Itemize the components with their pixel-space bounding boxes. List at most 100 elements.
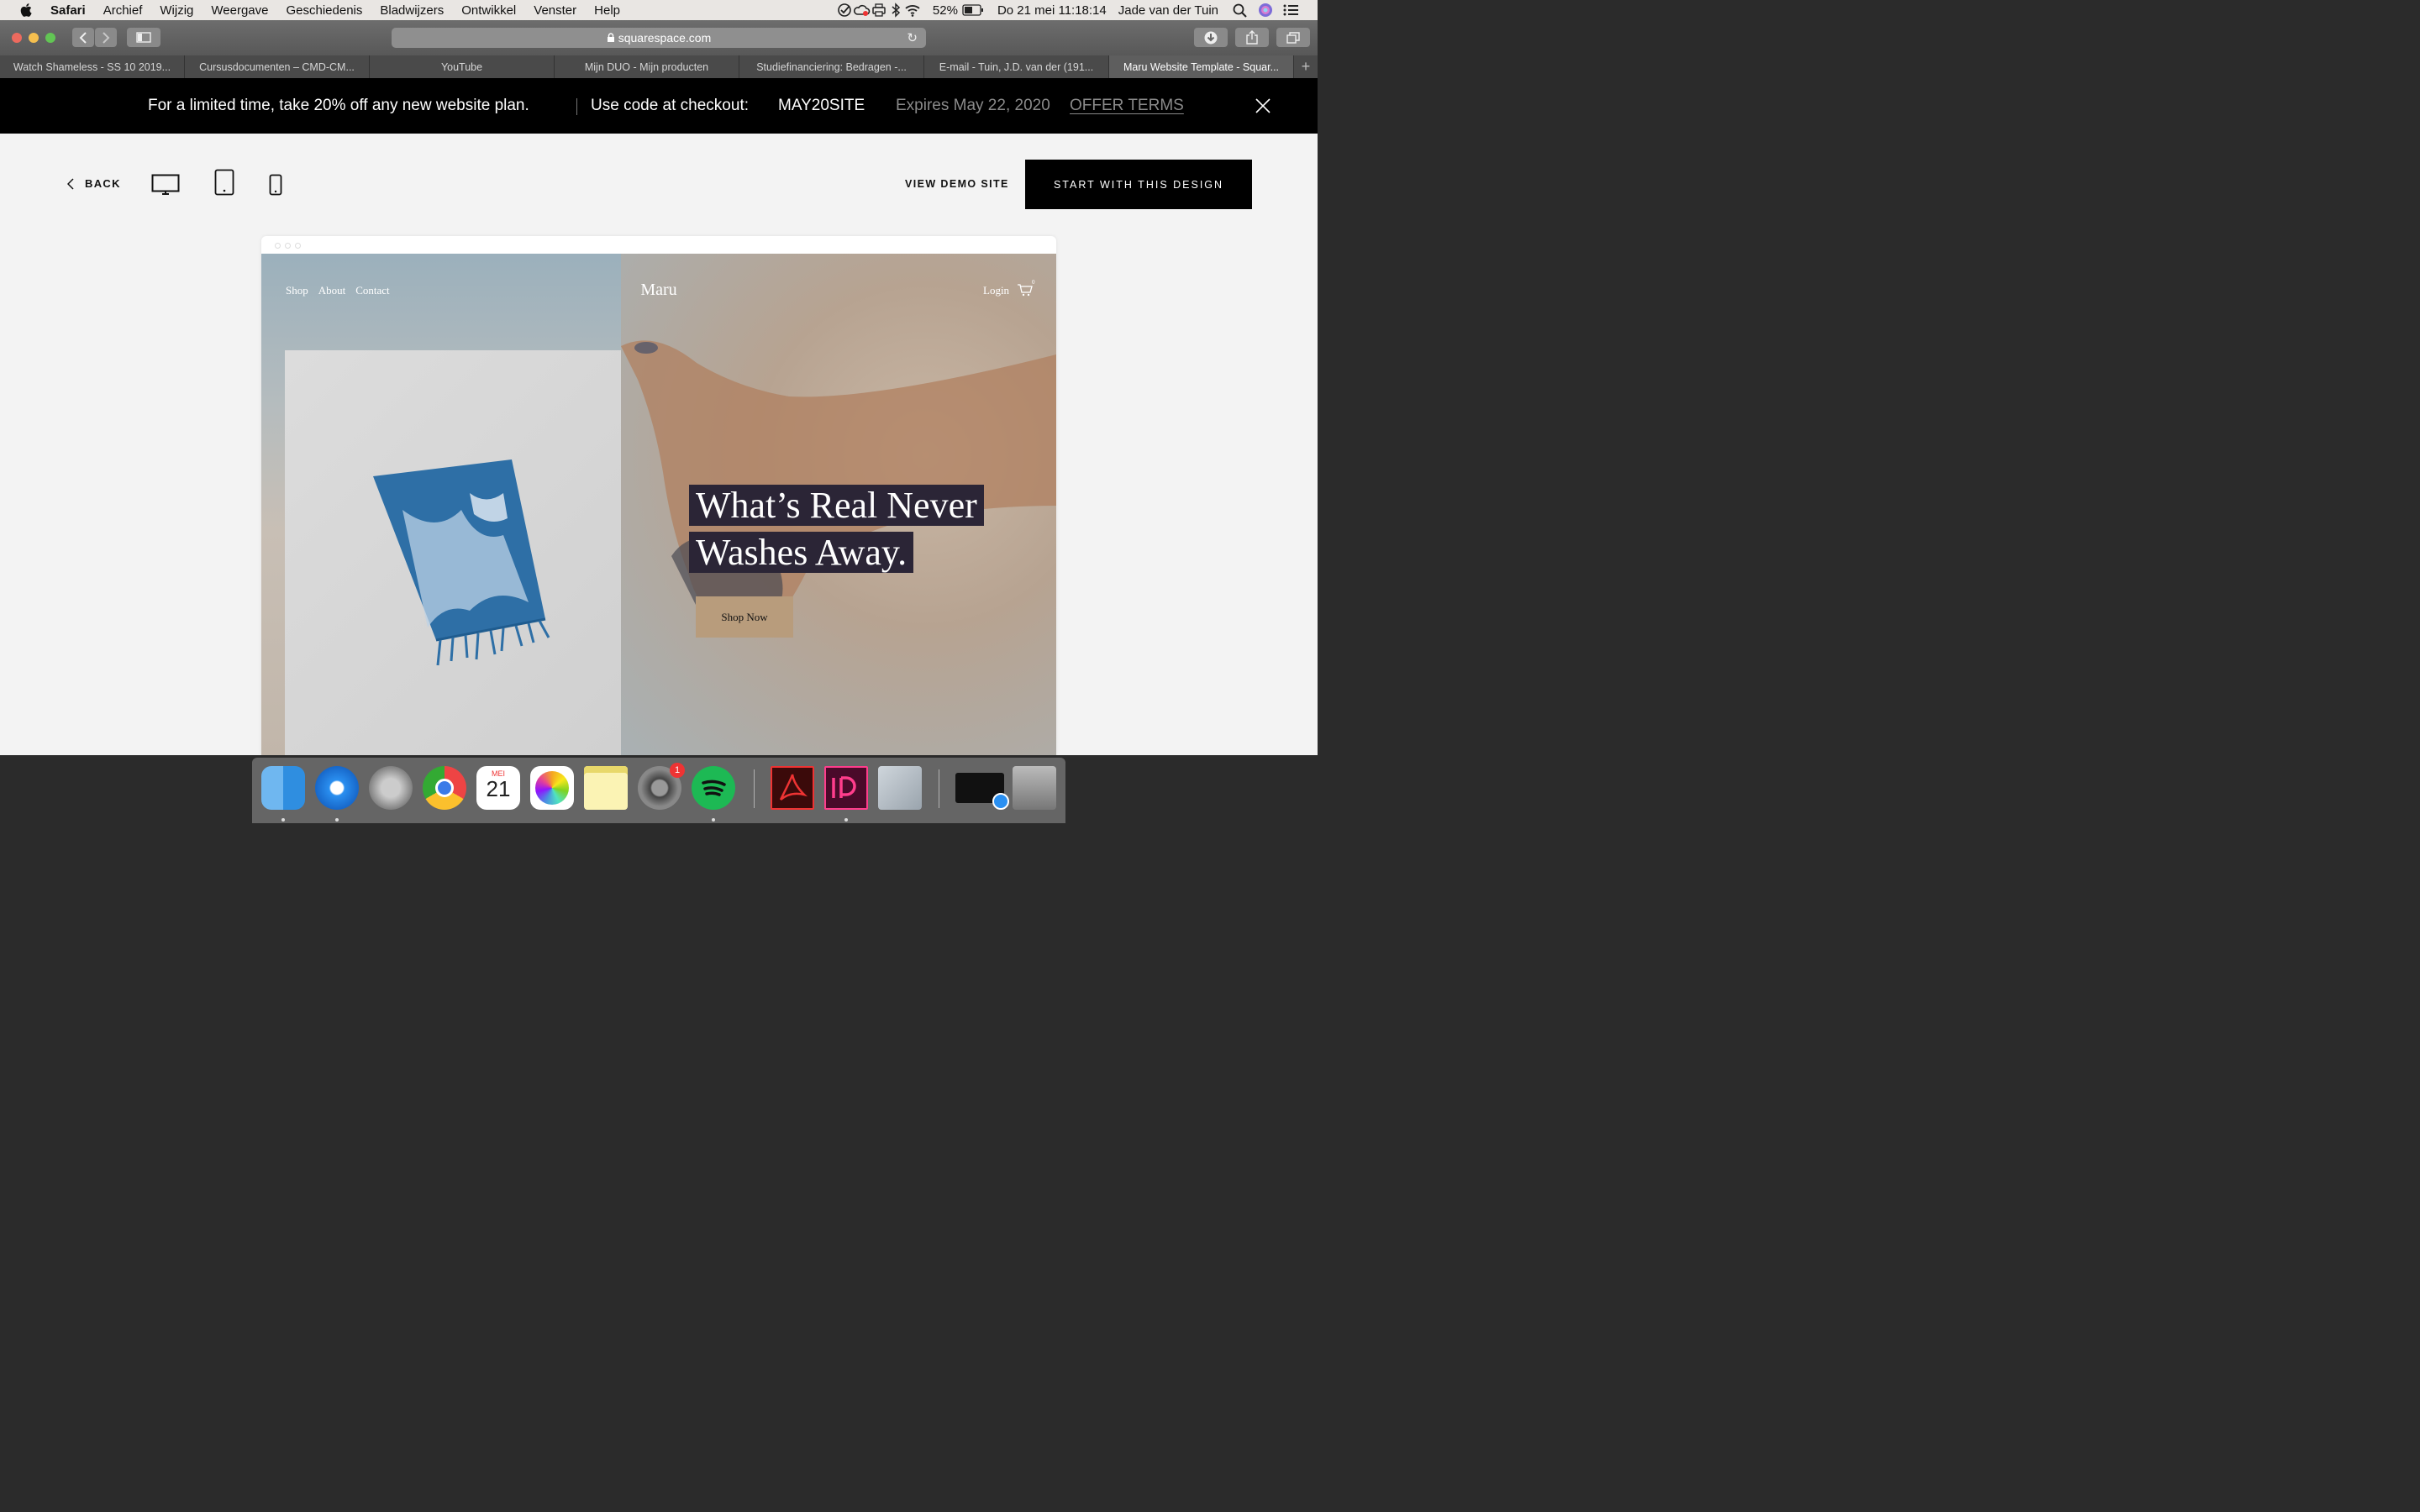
tablet-view-icon[interactable]: [214, 169, 234, 196]
dock: MEI 21 1: [252, 758, 1065, 823]
creative-cloud-icon[interactable]: [853, 3, 871, 18]
headline-line-1: What’s Real Never: [689, 485, 984, 526]
checkmark-status-icon[interactable]: [837, 3, 854, 18]
battery-icon[interactable]: [962, 4, 984, 16]
tab-youtube[interactable]: YouTube: [370, 55, 555, 78]
calendar-day: 21: [486, 776, 511, 801]
view-demo-site-link[interactable]: VIEW DEMO SITE: [905, 178, 1009, 190]
calendar-dock-icon[interactable]: MEI 21: [476, 766, 520, 810]
window-controls: [12, 33, 55, 43]
close-window-button[interactable]: [12, 33, 22, 43]
promo-banner: For a limited time, take 20% off any new…: [0, 78, 1318, 134]
promo-expiry: Expires May 22, 2020: [896, 97, 1050, 114]
promo-code-label: Use code at checkout:: [591, 97, 749, 114]
back-nav-button[interactable]: [72, 28, 94, 47]
desktop-view-icon[interactable]: [151, 174, 180, 196]
cart-button[interactable]: 0: [1017, 279, 1035, 302]
spotify-running-dot: [712, 818, 715, 822]
frame-window-dots: [275, 243, 301, 249]
notification-center-icon[interactable]: [1282, 3, 1299, 18]
tab-maru-template[interactable]: Maru Website Template - Squar...: [1109, 55, 1294, 78]
chevron-left-icon: [79, 31, 87, 44]
printer-icon[interactable]: [871, 3, 887, 18]
start-with-this-design-button[interactable]: START WITH THIS DESIGN: [1025, 160, 1252, 209]
login-link[interactable]: Login: [983, 284, 1009, 297]
tab-mijn-duo[interactable]: Mijn DUO - Mijn producten: [555, 55, 739, 78]
menu-venster[interactable]: Venster: [534, 3, 576, 18]
tab-overview-button[interactable]: [1276, 28, 1310, 47]
indesign-running-dot: [844, 818, 848, 822]
product-image-panel: [285, 350, 621, 755]
promo-code: MAY20SITE: [778, 97, 865, 114]
finder-running-dot: [281, 818, 285, 822]
launchpad-dock-icon[interactable]: [369, 766, 413, 810]
notification-badge: 1: [670, 763, 685, 778]
sidebar-icon: [136, 32, 151, 43]
preview-dock-icon[interactable]: [878, 766, 922, 810]
reload-icon[interactable]: ↻: [907, 30, 918, 45]
safari-running-dot: [335, 818, 339, 822]
indesign-dock-icon[interactable]: [824, 766, 868, 810]
tab-studiefinanciering[interactable]: Studiefinanciering: Bedragen -...: [739, 55, 924, 78]
menu-help[interactable]: Help: [594, 3, 620, 18]
apple-icon[interactable]: [18, 2, 35, 18]
promo-divider: [576, 98, 577, 115]
close-icon[interactable]: [1255, 98, 1270, 113]
template-preview-frame: Shop About Contact Maru Login 0 What’s R…: [261, 236, 1056, 755]
back-button[interactable]: BACK: [67, 177, 121, 190]
hero-headline: What’s Real Never Washes Away.: [689, 482, 984, 576]
menu-ontwikkel[interactable]: Ontwikkel: [461, 3, 516, 18]
new-tab-button[interactable]: +: [1294, 55, 1318, 78]
offer-terms-link[interactable]: OFFER TERMS: [1070, 97, 1184, 115]
menu-bladwijzers[interactable]: Bladwijzers: [380, 3, 444, 18]
trash-dock-icon[interactable]: [1013, 766, 1056, 810]
chrome-dock-icon[interactable]: [423, 766, 466, 810]
minimize-window-button[interactable]: [29, 33, 39, 43]
zoom-window-button[interactable]: [45, 33, 55, 43]
bluetooth-icon[interactable]: [887, 3, 904, 18]
menu-weergave[interactable]: Weergave: [211, 3, 268, 18]
photos-dock-icon[interactable]: [530, 766, 574, 810]
battery-percentage: 52%: [932, 3, 958, 18]
acrobat-icon: [779, 774, 808, 801]
menu-safari[interactable]: Safari: [50, 3, 86, 18]
cart-count: 0: [1032, 279, 1035, 286]
spotify-dock-icon[interactable]: [692, 766, 735, 810]
user-name[interactable]: Jade van der Tuin: [1118, 3, 1218, 18]
tab-shameless[interactable]: Watch Shameless - SS 10 2019...: [0, 55, 185, 78]
download-icon: [1204, 31, 1218, 44]
menu-archief[interactable]: Archief: [103, 3, 143, 18]
safari-dock-icon[interactable]: [315, 766, 359, 810]
indesign-icon: [832, 776, 856, 798]
spotlight-search-icon[interactable]: [1232, 3, 1249, 18]
forward-nav-button[interactable]: [95, 28, 117, 47]
site-logo[interactable]: Maru: [261, 281, 1056, 300]
spotify-icon: [702, 780, 726, 796]
downloads-button[interactable]: [1194, 28, 1228, 47]
siri-icon[interactable]: [1257, 3, 1274, 18]
share-button[interactable]: [1235, 28, 1269, 47]
tabs-icon: [1286, 31, 1300, 44]
system-preferences-dock-icon[interactable]: 1: [638, 763, 685, 810]
mobile-view-icon[interactable]: [269, 174, 282, 196]
blue-towel-image: [373, 459, 550, 666]
url-text: squarespace.com: [618, 31, 712, 45]
sidebar-toggle-button[interactable]: [127, 28, 160, 47]
tab-cursusdocumenten[interactable]: Cursusdocumenten – CMD-CM...: [185, 55, 370, 78]
acrobat-dock-icon[interactable]: [771, 766, 814, 810]
shop-now-button[interactable]: Shop Now: [696, 596, 793, 638]
lock-icon: [607, 33, 614, 42]
menu-geschiedenis[interactable]: Geschiedenis: [286, 3, 362, 18]
address-bar[interactable]: squarespace.com ↻: [392, 28, 926, 48]
menu-wijzig[interactable]: Wijzig: [160, 3, 193, 18]
finder-dock-icon[interactable]: [261, 766, 305, 810]
minimized-safari-window[interactable]: [955, 773, 1009, 810]
safari-badge-icon: [992, 793, 1009, 810]
notes-dock-icon[interactable]: [584, 766, 628, 810]
tab-bar: Watch Shameless - SS 10 2019... Cursusdo…: [0, 55, 1318, 78]
dock-separator: [754, 769, 755, 808]
tab-email[interactable]: E-mail - Tuin, J.D. van der (191...: [924, 55, 1109, 78]
safari-toolbar: squarespace.com ↻: [0, 20, 1318, 56]
clock[interactable]: Do 21 mei 11:18:14: [997, 3, 1107, 18]
wifi-icon[interactable]: [904, 3, 921, 18]
